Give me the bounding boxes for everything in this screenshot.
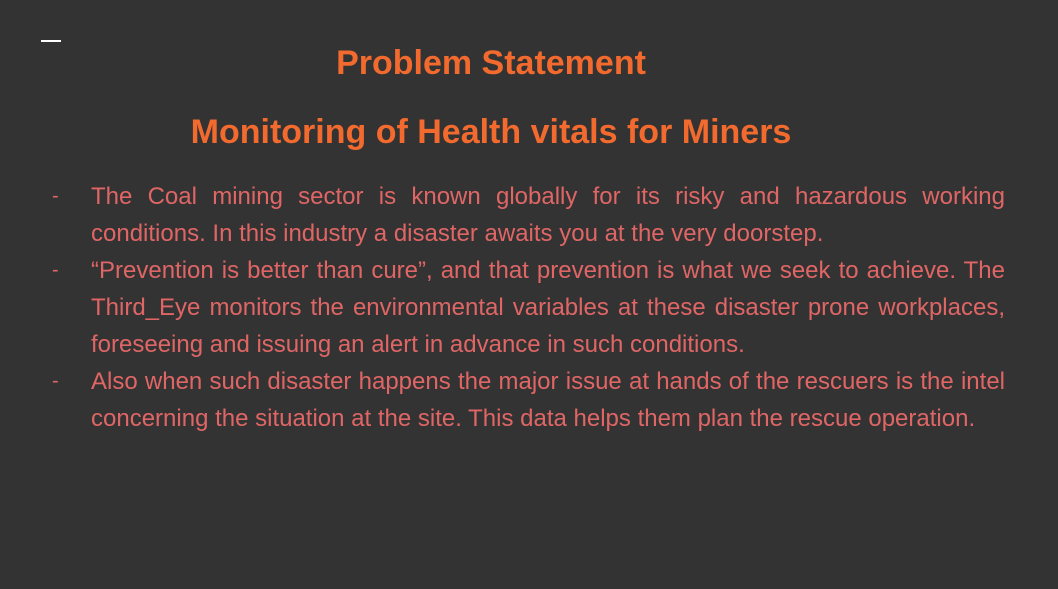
bullet-item: - The Coal mining sector is known global… xyxy=(52,178,1005,252)
bullet-list: - The Coal mining sector is known global… xyxy=(52,178,1005,437)
bullet-marker: - xyxy=(52,370,59,392)
bullet-marker: - xyxy=(52,259,59,281)
slide: Problem Statement Monitoring of Health v… xyxy=(0,0,1058,589)
bullet-text: Also when such disaster happens the majo… xyxy=(91,368,1005,432)
slide-title: Problem Statement xyxy=(336,44,646,82)
slide-subtitle: Monitoring of Health vitals for Miners xyxy=(190,113,792,151)
accent-dash xyxy=(41,40,61,42)
bullet-text: “Prevention is better than cure”, and th… xyxy=(91,257,1005,358)
bullet-item: - “Prevention is better than cure”, and … xyxy=(52,252,1005,363)
bullet-text: The Coal mining sector is known globally… xyxy=(91,183,1005,247)
bullet-item: - Also when such disaster happens the ma… xyxy=(52,363,1005,437)
bullet-marker: - xyxy=(52,185,59,207)
